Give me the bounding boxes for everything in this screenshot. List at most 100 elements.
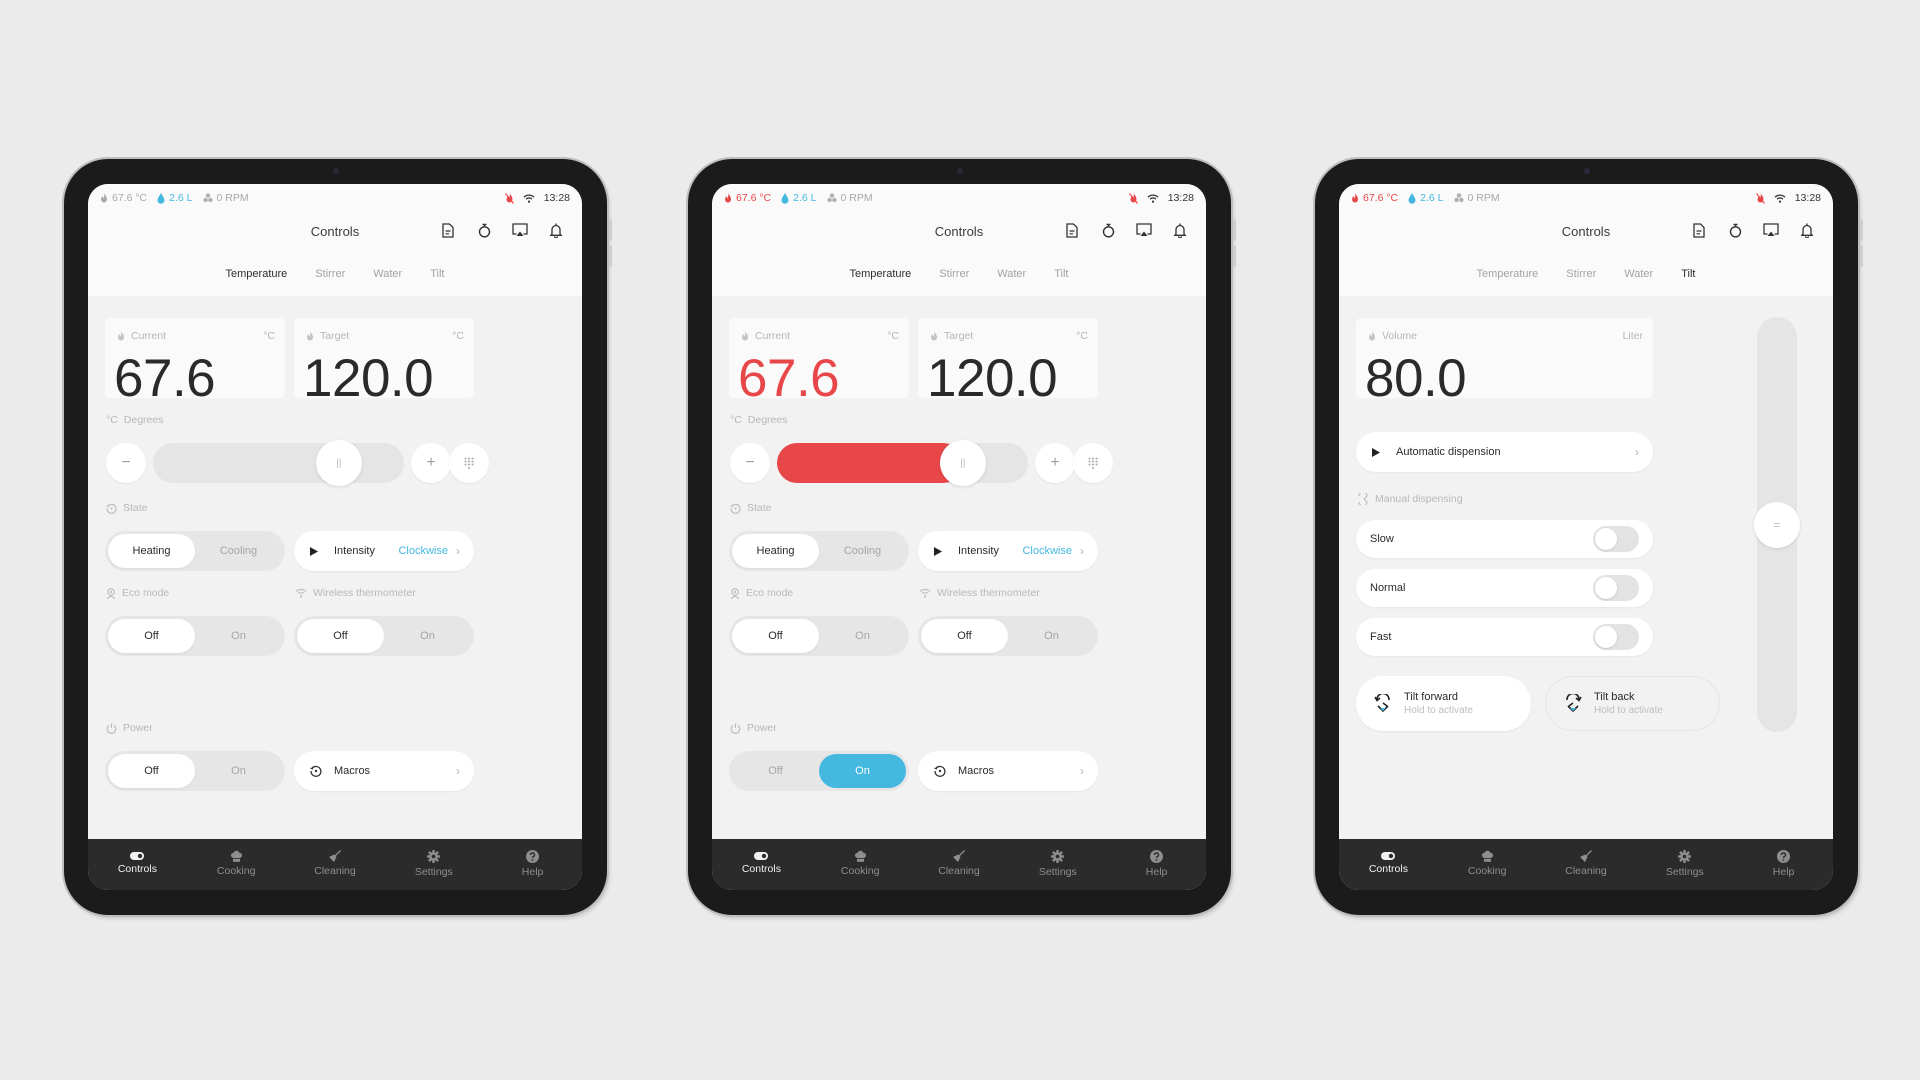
tab-water[interactable]: Water [1624,268,1653,280]
cast-icon[interactable] [1136,221,1152,239]
power-option-off[interactable]: Off [732,754,819,788]
nav-item-settings[interactable]: Settings [1635,839,1734,890]
nav-item-cooking[interactable]: Cooking [187,839,286,890]
tab-temperature[interactable]: Temperature [850,268,912,280]
nav-item-settings[interactable]: Settings [384,839,483,890]
status-stirrer-value: 0 RPM [1467,192,1500,204]
bell-icon[interactable] [548,221,564,239]
document-icon[interactable] [1064,221,1080,239]
nav-item-help[interactable]: Help [1734,839,1833,890]
status-water-value: 2.6 L [169,192,193,204]
broom-icon [953,850,966,862]
fast-switch[interactable] [1593,624,1639,650]
tab-stirrer[interactable]: Stirrer [315,268,345,280]
timer-icon[interactable] [1100,221,1116,239]
power-option-on[interactable]: On [195,754,282,788]
tab-temperature[interactable]: Temperature [1477,268,1539,280]
degrees-slider[interactable]: || [153,440,404,486]
tilt-slider-handle[interactable]: = [1754,501,1800,548]
nav-label: Cleaning [314,865,356,877]
tab-tilt[interactable]: Tilt [1054,268,1068,280]
wireless-thermometer-option-off[interactable]: Off [921,619,1008,653]
timer-icon[interactable] [1727,221,1743,239]
minus-icon: − [121,454,131,471]
tab-temperature[interactable]: Temperature [226,268,288,280]
timer-icon[interactable] [476,221,492,239]
wireless-thermometer-option-on[interactable]: On [1008,619,1095,653]
increase-button[interactable]: + [411,443,451,483]
nav-item-controls[interactable]: Controls [712,839,811,890]
tab-tilt[interactable]: Tilt [430,268,444,280]
keypad-button[interactable] [1073,443,1113,483]
eco-mode-toggle: Off On [105,616,285,656]
nav-item-cooking[interactable]: Cooking [811,839,910,890]
decrease-button[interactable]: − [730,443,770,483]
wifi-icon [1147,193,1159,203]
history-icon [934,765,948,777]
tab-water[interactable]: Water [373,268,402,280]
tab-tilt[interactable]: Tilt [1681,268,1695,280]
wireless-thermometer-option-on[interactable]: On [384,619,471,653]
nav-item-cleaning[interactable]: Cleaning [286,839,385,890]
flame-icon [101,192,107,202]
bell-icon[interactable] [1172,221,1188,239]
macros-button[interactable]: Macros › [294,751,474,791]
target-temperature-card[interactable]: Target °C 120.0 [294,318,474,408]
eco-mode-section-label: Eco mode [106,587,169,599]
macros-button[interactable]: Macros › [918,751,1098,791]
power-option-off[interactable]: Off [108,754,195,788]
nav-item-help[interactable]: Help [1107,839,1206,890]
degrees-slider[interactable]: || [777,440,1028,486]
eco-mode-option-off[interactable]: Off [108,619,195,653]
slow-switch[interactable] [1593,526,1639,552]
bell-icon[interactable] [1799,221,1815,239]
tilt-back-button[interactable]: Tilt back Hold to activate [1545,676,1720,731]
degrees-slider-handle[interactable]: || [939,440,986,486]
nav-item-help[interactable]: Help [483,839,582,890]
keypad-button[interactable] [449,443,489,483]
nav-item-cleaning[interactable]: Cleaning [910,839,1009,890]
document-icon[interactable] [1691,221,1707,239]
history-icon [106,503,117,514]
nav-item-cooking[interactable]: Cooking [1438,839,1537,890]
nav-item-controls[interactable]: Controls [1339,839,1438,890]
nav-label: Cooking [216,865,256,877]
cast-icon[interactable] [1763,221,1779,239]
status-bar: 67.6 °C 2.6 L 0 RPM 13:28 [724,188,1194,208]
automatic-dispension-button[interactable]: Automatic dispension › [1356,432,1653,472]
section-label: Manual dispensing [1375,493,1463,505]
tilt-slider[interactable]: = [1754,317,1800,732]
eco-mode-option-on[interactable]: On [819,619,906,653]
wireless-thermometer-option-off[interactable]: Off [297,619,384,653]
state-option-heating[interactable]: Heating [732,534,819,568]
cast-icon[interactable] [512,221,528,239]
eco-mode-option-off[interactable]: Off [732,619,819,653]
decrease-button[interactable]: − [106,443,146,483]
degrees-slider-handle[interactable]: || [315,440,362,486]
document-icon[interactable] [440,221,456,239]
tab-stirrer[interactable]: Stirrer [1566,268,1596,280]
card-unit: °C [263,330,275,342]
keypad-icon [1088,457,1098,469]
tab-water[interactable]: Water [997,268,1026,280]
intensity-button[interactable]: Intensity Clockwise › [294,531,474,571]
state-option-cooling[interactable]: Cooling [819,534,906,568]
intensity-button[interactable]: Intensity Clockwise › [918,531,1098,571]
power-option-on[interactable]: On [819,754,906,788]
increase-button[interactable]: + [1035,443,1075,483]
camera [1583,168,1590,174]
tab-stirrer[interactable]: Stirrer [939,268,969,280]
app-header-area: 67.6 °C 2.6 L 0 RPM 13:28 Controls Tempe… [712,184,1206,296]
nav-item-cleaning[interactable]: Cleaning [1537,839,1636,890]
normal-switch[interactable] [1593,575,1639,601]
nav-item-controls[interactable]: Controls [88,839,187,890]
tilt-forward-button[interactable]: Tilt forward Hold to activate [1356,676,1531,731]
volume-up-button [609,219,612,241]
card-label: Target [320,330,350,342]
speed-label: Slow [1370,533,1394,545]
state-option-heating[interactable]: Heating [108,534,195,568]
target-temperature-card[interactable]: Target °C 120.0 [918,318,1098,408]
eco-mode-option-on[interactable]: On [195,619,282,653]
nav-item-settings[interactable]: Settings [1008,839,1107,890]
state-option-cooling[interactable]: Cooling [195,534,282,568]
